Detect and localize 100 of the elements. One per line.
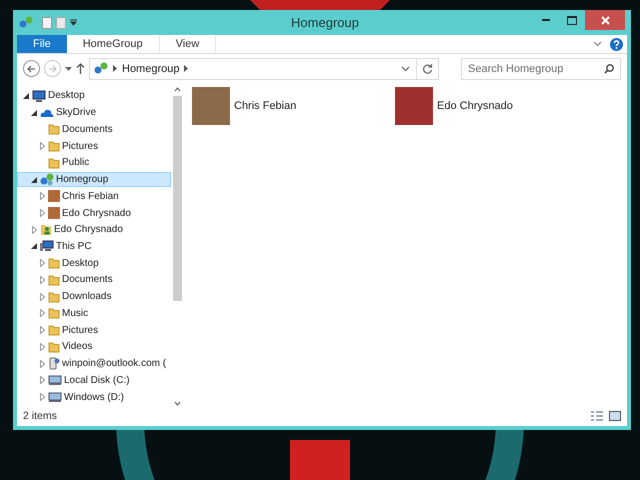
folder-icon bbox=[48, 257, 60, 270]
user-name: Edo Chrysnado bbox=[437, 100, 513, 112]
expand-arrow-icon[interactable] bbox=[40, 209, 44, 217]
homegroup-icon bbox=[40, 173, 54, 186]
search-field[interactable]: Search Homegroup bbox=[461, 58, 621, 80]
collapse-arrow-icon[interactable] bbox=[23, 92, 29, 99]
details-view-icon[interactable] bbox=[591, 411, 603, 421]
tree-item-label: SkyDrive bbox=[56, 107, 96, 118]
tree-item-label: Homegroup bbox=[56, 174, 108, 186]
folder-icon bbox=[48, 140, 60, 152]
tree-item-label: Documents bbox=[62, 124, 113, 135]
tree-item-label: Chris Febian bbox=[62, 190, 119, 202]
folder-icon bbox=[48, 324, 60, 336]
properties-icon[interactable] bbox=[42, 16, 52, 28]
tree-item-label: Documents bbox=[62, 274, 113, 286]
breadcrumb-item[interactable]: Homegroup bbox=[122, 62, 180, 74]
folder-icon bbox=[48, 156, 60, 169]
expand-arrow-icon[interactable] bbox=[40, 393, 44, 402]
back-button[interactable] bbox=[23, 60, 40, 77]
chevron-down-icon[interactable] bbox=[593, 41, 602, 47]
folder-icon bbox=[48, 307, 60, 320]
tree-item[interactable]: Public bbox=[17, 154, 171, 171]
folder-icon bbox=[48, 340, 60, 353]
expand-arrow-icon[interactable] bbox=[40, 292, 44, 301]
refresh-icon[interactable] bbox=[422, 63, 433, 74]
tree-item[interactable]: Downloads bbox=[17, 288, 171, 305]
folder-icon bbox=[48, 123, 60, 136]
file-tab[interactable]: File bbox=[17, 35, 67, 53]
tree-item-label: Edo Chrysnado bbox=[54, 224, 123, 236]
help-icon[interactable] bbox=[610, 38, 623, 50]
tree-item-label: Desktop bbox=[62, 258, 99, 269]
tree-item[interactable]: Music bbox=[17, 306, 171, 322]
search-icon bbox=[604, 64, 614, 74]
tree-item[interactable]: Videos bbox=[17, 339, 171, 355]
window-title: Homegroup bbox=[290, 15, 360, 30]
tree-item-label: Music bbox=[62, 308, 88, 319]
tree-item-label: Edo Chrysnado bbox=[62, 208, 131, 218]
scroll-up-icon[interactable] bbox=[174, 87, 180, 92]
emblem-drawing bbox=[290, 440, 350, 480]
large-icons-view-icon[interactable] bbox=[609, 411, 621, 421]
collapse-arrow-icon[interactable] bbox=[31, 110, 37, 116]
dropdown-icon[interactable] bbox=[70, 19, 77, 26]
expand-arrow-icon[interactable] bbox=[40, 360, 44, 368]
expand-arrow-icon[interactable] bbox=[40, 326, 44, 334]
tree-item[interactable]: Edo Chrysnado bbox=[17, 222, 171, 238]
expand-arrow-icon[interactable] bbox=[40, 309, 44, 318]
scroll-down-icon[interactable] bbox=[174, 401, 180, 406]
up-button[interactable] bbox=[76, 63, 85, 74]
folder-icon bbox=[48, 290, 60, 303]
tree-item[interactable]: Desktop bbox=[17, 88, 171, 104]
chevron-right-icon bbox=[113, 65, 117, 72]
drive-icon bbox=[48, 374, 62, 386]
tree-item-label: Downloads bbox=[62, 291, 112, 302]
tree-item-label: Pictures bbox=[62, 324, 98, 336]
expand-arrow-icon[interactable] bbox=[40, 259, 44, 268]
expand-arrow-icon[interactable] bbox=[40, 342, 44, 351]
tree-item-label: Public bbox=[62, 157, 90, 168]
tree-item[interactable]: Desktop bbox=[17, 255, 171, 272]
tree-item[interactable]: Chris Febian bbox=[17, 188, 171, 204]
tree-item[interactable]: Pictures bbox=[17, 138, 171, 154]
homegroup-user[interactable]: Edo Chrysnado bbox=[395, 87, 598, 125]
homegroup-icon bbox=[94, 62, 108, 75]
expand-arrow-icon[interactable] bbox=[40, 276, 44, 284]
arrow-left-icon bbox=[27, 64, 36, 72]
collapse-arrow-icon[interactable] bbox=[31, 176, 37, 183]
monitor-icon bbox=[32, 90, 46, 102]
user-name: Chris Febian bbox=[234, 100, 296, 112]
collapse-arrow-icon[interactable] bbox=[31, 243, 37, 250]
chevron-right-icon bbox=[184, 65, 188, 72]
tree-item[interactable]: Local Disk (C:) bbox=[17, 372, 171, 388]
expand-arrow-icon[interactable] bbox=[40, 192, 44, 200]
arrow-right-icon bbox=[48, 64, 57, 72]
tree-item[interactable]: Edo Chrysnado bbox=[17, 205, 171, 221]
expand-arrow-icon[interactable] bbox=[32, 226, 36, 234]
device-icon bbox=[48, 357, 60, 370]
expand-arrow-icon[interactable] bbox=[40, 142, 44, 150]
address-bar[interactable]: Homegroup bbox=[89, 58, 439, 80]
chevron-down-icon[interactable] bbox=[401, 66, 410, 72]
computer-icon bbox=[40, 240, 54, 252]
homegroup-icon bbox=[19, 16, 33, 29]
recent-locations-button[interactable] bbox=[65, 66, 72, 70]
tree-item[interactable]: winpoin@outlook.com ( bbox=[17, 356, 171, 372]
tree-item[interactable]: Documents bbox=[17, 272, 171, 288]
homegroup-user[interactable]: Chris Febian bbox=[192, 87, 395, 125]
tree-item-label: Desktop bbox=[48, 90, 85, 102]
tree-item[interactable]: Windows (D:) bbox=[17, 389, 171, 405]
cloud-icon bbox=[40, 108, 54, 118]
scroll-thumb[interactable] bbox=[172, 96, 182, 301]
folder-icon bbox=[48, 274, 60, 286]
close-button[interactable] bbox=[585, 10, 625, 30]
tree-item-label: Windows (D:) bbox=[64, 392, 124, 403]
tree-item-label: Pictures bbox=[62, 140, 98, 152]
tree-item[interactable]: This PC bbox=[17, 238, 171, 254]
tree-item[interactable]: Homegroup bbox=[17, 172, 171, 188]
expand-arrow-icon[interactable] bbox=[40, 376, 44, 384]
tree-item[interactable]: Pictures bbox=[17, 322, 171, 338]
item-count: 2 items bbox=[23, 410, 57, 422]
tree-item[interactable]: Documents bbox=[17, 121, 171, 138]
close-icon bbox=[600, 16, 610, 24]
tree-item[interactable]: SkyDrive bbox=[17, 104, 171, 120]
